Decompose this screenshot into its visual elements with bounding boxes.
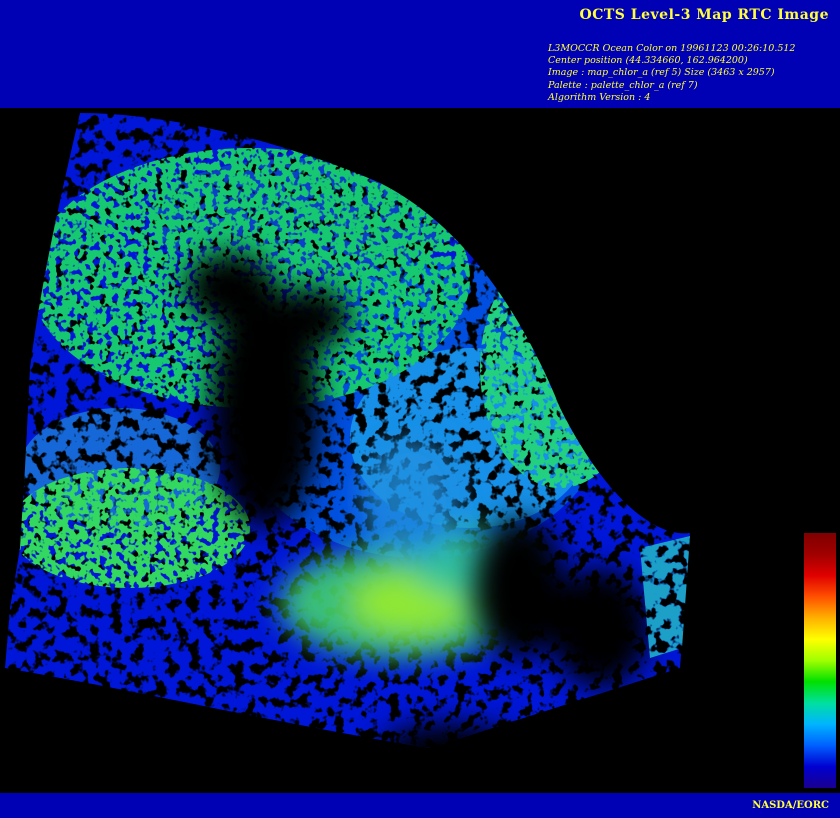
colorbar-fill <box>804 533 836 788</box>
image-title: OCTS Level-3 Map RTC Image <box>579 7 829 23</box>
metadata-line-palette: Palette : palette_chlor_a (ref 7) <box>548 79 698 91</box>
footer-banner: NASDA/EORC <box>0 793 840 818</box>
metadata-line-algorithm: Algorithm Version : 4 <box>548 91 651 103</box>
credit-label: NASDA/EORC <box>752 800 829 811</box>
header-banner: OCTS Level-3 Map RTC Image L3MOCCR Ocean… <box>0 0 840 108</box>
colorbar-gradient <box>804 533 836 788</box>
metadata-line-image: Image : map_chlor_a (ref 5) Size (3463 x… <box>548 67 775 79</box>
satellite-swath-image <box>0 108 840 793</box>
metadata-line-center: Center position (44.334660, 162.964200) <box>548 55 748 67</box>
metadata-line-product: L3MOCCR Ocean Color on 19961123 00:26:10… <box>548 43 796 54</box>
metadata-block: L3MOCCR Ocean Color on 19961123 00:26:10… <box>548 43 795 104</box>
colorbar <box>804 533 836 788</box>
chlorophyll-map <box>0 108 840 793</box>
